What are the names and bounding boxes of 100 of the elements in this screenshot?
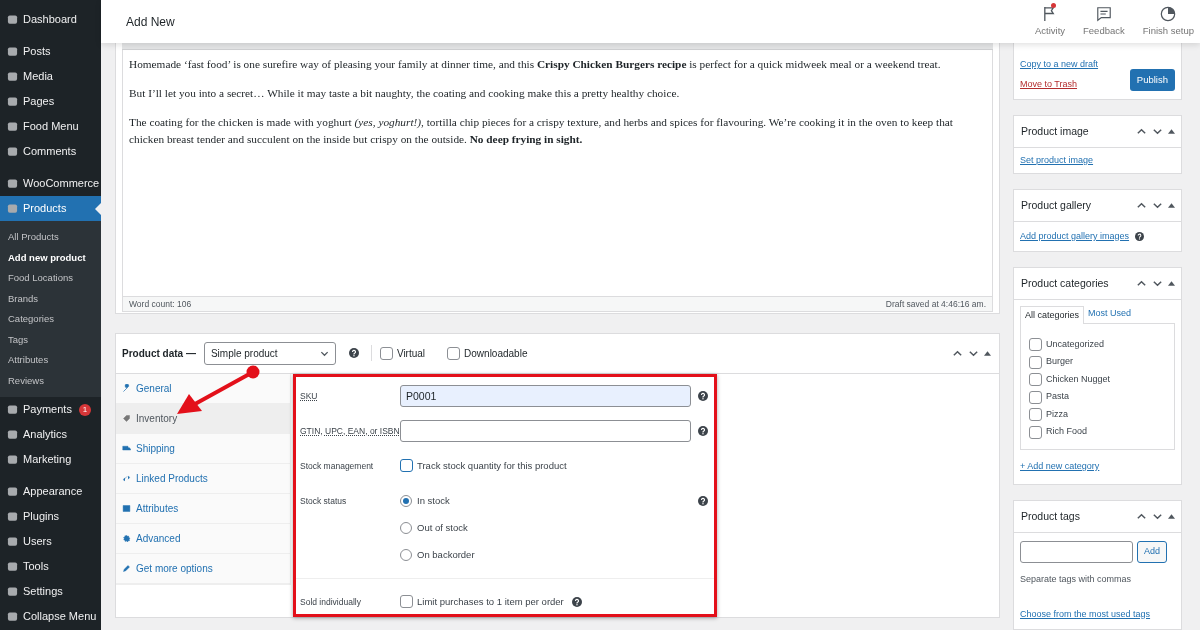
menu-icon — [7, 203, 18, 214]
category-tab[interactable]: Most Used — [1084, 305, 1136, 323]
message-icon — [1095, 5, 1112, 22]
copy-link[interactable]: Copy to a new draft — [1020, 58, 1099, 72]
field-label: GTIN, UPC, EAN, or ISBN — [300, 424, 400, 438]
move-down-icon[interactable] — [1152, 278, 1163, 289]
move-up-icon[interactable] — [1136, 126, 1147, 137]
toolbar-button[interactable]: Activity — [1032, 4, 1068, 39]
sidebar-item[interactable]: Users — [0, 529, 101, 554]
sidebar-item[interactable]: Dashboard — [0, 7, 101, 32]
current-indicator — [95, 203, 101, 215]
add-tag-button[interactable]: Add — [1137, 541, 1167, 563]
product-data-tab[interactable]: Shipping — [116, 433, 290, 464]
sidebar-item[interactable]: Tools — [0, 554, 101, 579]
add-gallery-link[interactable]: Add product gallery images — [1020, 229, 1130, 244]
sidebar-item[interactable]: Appearance — [0, 479, 101, 504]
tab-icon — [122, 383, 131, 393]
menu-icon — [7, 71, 18, 82]
submenu-item[interactable]: Add new product — [0, 247, 101, 268]
menu-icon — [7, 14, 18, 25]
sidebar-item[interactable]: Collapse Menu — [0, 604, 101, 629]
product-type-select[interactable]: Simple product — [203, 341, 336, 365]
move-down-icon[interactable] — [1152, 511, 1163, 522]
sidebar-item[interactable]: Posts — [0, 39, 101, 64]
collapse-toggle-icon[interactable] — [1168, 202, 1175, 209]
move-up-icon[interactable] — [1136, 511, 1147, 522]
checkbox-option[interactable]: Track stock quantity for this product — [400, 454, 567, 477]
most-used-tags-link[interactable]: Choose from the most used tags — [1020, 608, 1151, 619]
move-up-icon[interactable] — [1136, 278, 1147, 289]
submenu-item[interactable]: Tags — [0, 329, 101, 350]
move-down-icon[interactable] — [1152, 126, 1163, 137]
help-text: Separate tags with commas — [1020, 573, 1133, 586]
collapse-toggle-icon[interactable] — [1168, 128, 1175, 135]
collapse-toggle-icon[interactable] — [1168, 280, 1175, 287]
radio-option[interactable]: On backorder — [400, 543, 691, 566]
toolbar-button[interactable]: Feedback — [1081, 5, 1127, 39]
submenu-item[interactable]: Attributes — [0, 350, 101, 371]
word-count: Word count: 106 — [129, 297, 192, 311]
menu-icon — [7, 454, 18, 465]
publish-button[interactable]: Publish — [1129, 69, 1175, 91]
radio-option[interactable]: In stock — [400, 489, 691, 512]
move-up-icon[interactable] — [1136, 200, 1147, 211]
category-checkbox[interactable]: Uncategorized — [1029, 338, 1174, 351]
sidebar-item[interactable]: Food Menu — [0, 114, 101, 139]
category-tab[interactable]: All categories — [1020, 306, 1085, 324]
product-data-tab[interactable]: Inventory — [116, 403, 290, 434]
tab-icon — [122, 443, 131, 453]
sidebar-item[interactable]: Analytics — [0, 422, 101, 447]
menu-icon — [7, 178, 18, 189]
menu-icon — [7, 586, 18, 597]
submenu-item[interactable]: Food Locations — [0, 268, 101, 289]
toolbar-button[interactable]: Finish setup — [1140, 5, 1196, 39]
paragraph: The coating for the chicken is made with yoghurt (yes, yoghurt!), tortilla chip pieces for a crispy texture, and herbs and spices for flavouring. We’re cooking it in the oven to keep that chicken breast tender and succulent on the inside but crispy on the outside. No deep frying in sight. — [129, 115, 954, 147]
menu-icon — [7, 96, 18, 107]
product-data-tab[interactable]: Advanced — [116, 523, 290, 554]
radio-option[interactable]: Out of stock — [400, 516, 691, 539]
tab-icon — [122, 503, 131, 513]
sidebar-item[interactable]: Marketing — [0, 447, 101, 472]
collapse-toggle-icon[interactable] — [1168, 513, 1175, 520]
set-image-link[interactable]: Set product image — [1020, 153, 1094, 168]
add-category-link[interactable]: + Add new category — [1020, 461, 1100, 471]
submenu-item[interactable]: Categories — [0, 309, 101, 330]
submenu-item[interactable]: Reviews — [0, 370, 101, 391]
product-data-tab[interactable]: Get more options — [116, 553, 290, 584]
category-checkbox[interactable]: Rich Food — [1029, 425, 1174, 439]
progress-icon — [1160, 5, 1177, 22]
sidebar-item[interactable]: Settings — [0, 579, 101, 604]
sidebar-item[interactable]: Pages — [0, 89, 101, 114]
sidebar-item[interactable]: Payments 1 — [0, 397, 101, 422]
text-field[interactable] — [400, 419, 691, 442]
trash-link[interactable]: Move to Trash — [1020, 77, 1099, 91]
text-field[interactable]: P0001 — [400, 384, 691, 407]
sidebar-item[interactable]: Plugins — [0, 504, 101, 529]
sidebar-item[interactable]: WooCommerce — [0, 171, 101, 196]
product-data-tab[interactable]: Linked Products — [116, 463, 290, 494]
tag-input-field[interactable] — [1020, 541, 1133, 563]
category-checkbox[interactable]: Pasta — [1029, 390, 1174, 404]
submenu-item[interactable]: All Products — [0, 227, 101, 248]
sidebar-item[interactable]: Products — [0, 196, 101, 221]
product-data-tab[interactable]: Attributes — [116, 493, 290, 524]
menu-icon — [7, 46, 18, 57]
menu-icon — [7, 121, 18, 132]
category-checkbox[interactable]: Burger — [1029, 355, 1174, 369]
sidebar-item[interactable]: Comments — [0, 139, 101, 164]
menu-icon — [7, 511, 18, 522]
option-checkbox[interactable]: Downloadable — [447, 345, 528, 361]
checkbox-option[interactable]: Limit purchases to 1 item per order — [400, 590, 564, 613]
menu-icon — [7, 486, 18, 497]
collapse-toggle-icon[interactable] — [984, 349, 991, 357]
box-title: Product categories — [1021, 275, 1109, 291]
submenu-item[interactable]: Brands — [0, 288, 101, 309]
tab-icon — [122, 533, 131, 543]
option-checkbox[interactable]: Virtual — [379, 345, 426, 361]
tab-icon — [122, 413, 131, 423]
sidebar-item[interactable]: Media — [0, 64, 101, 89]
category-checkbox[interactable]: Chicken Nugget — [1029, 373, 1174, 386]
move-down-icon[interactable] — [1152, 200, 1163, 211]
category-checkbox[interactable]: Pizza — [1029, 408, 1174, 421]
menu-icon — [7, 146, 18, 157]
field-label: Sold individually — [300, 595, 362, 609]
